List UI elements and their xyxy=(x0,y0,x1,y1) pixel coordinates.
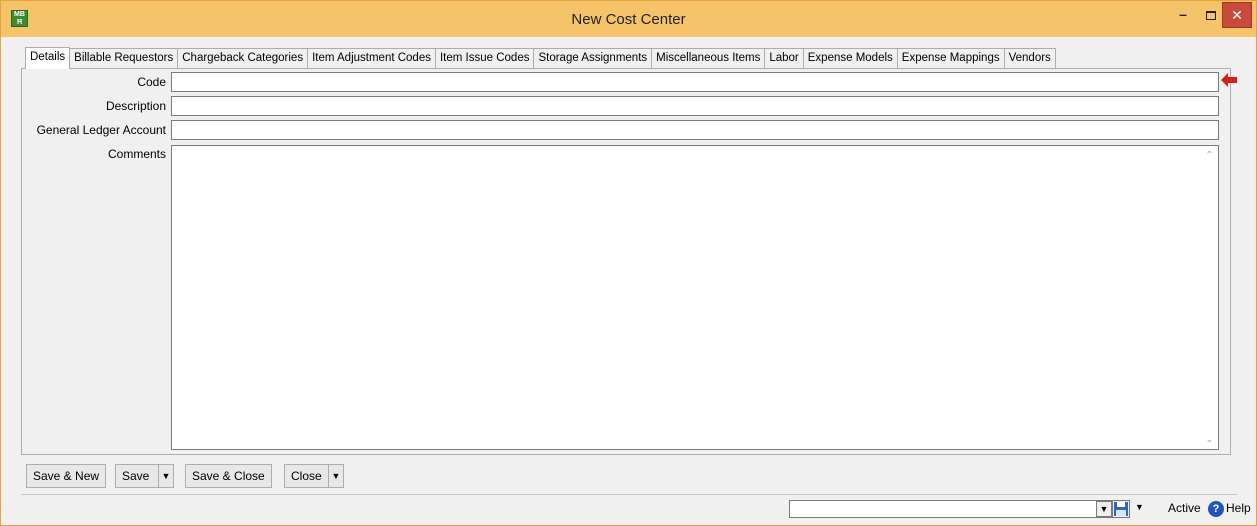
status-more-icon[interactable]: ▼ xyxy=(1135,502,1144,512)
close-window-button[interactable]: ✕ xyxy=(1222,2,1252,28)
scroll-down-icon[interactable]: ⌄ xyxy=(1201,431,1218,448)
window-title: New Cost Center xyxy=(571,11,686,28)
tab-item-adjustment-codes[interactable]: Item Adjustment Codes xyxy=(307,48,436,68)
tab-billable-requestors[interactable]: Billable Requestors xyxy=(69,48,179,68)
tab-strip: Details Billable Requestors Chargeback C… xyxy=(25,47,1056,69)
code-label: Code xyxy=(137,75,166,89)
tab-labor[interactable]: Labor xyxy=(764,48,804,68)
tab-vendors[interactable]: Vendors xyxy=(1003,48,1056,68)
gl-account-label: General Ledger Account xyxy=(36,123,166,137)
close-icon: ✕ xyxy=(1231,7,1243,23)
help-icon[interactable]: ? xyxy=(1208,501,1224,517)
tab-expense-mappings[interactable]: Expense Mappings xyxy=(896,48,1005,68)
save-and-new-button[interactable]: Save & New xyxy=(26,464,107,488)
maximize-button[interactable] xyxy=(1198,2,1224,28)
required-arrow-icon xyxy=(1221,73,1237,87)
description-label: Description xyxy=(105,99,166,113)
chevron-down-icon: ▼ xyxy=(1099,504,1109,514)
floppy-icon xyxy=(1114,502,1128,516)
title-bar: MB Ħ New Cost Center – ✕ xyxy=(1,1,1256,37)
chevron-down-icon: ▼ xyxy=(161,471,171,481)
minimize-button[interactable]: – xyxy=(1170,2,1196,28)
save-disk-icon[interactable] xyxy=(1112,500,1130,518)
status-bar: ▼ ▼ Active ? Help xyxy=(21,494,1251,521)
tab-storage-assignments[interactable]: Storage Assignments xyxy=(533,48,653,68)
save-and-close-button[interactable]: Save & Close xyxy=(185,464,272,488)
tab-details[interactable]: Details xyxy=(25,47,71,69)
status-combo-dropdown[interactable]: ▼ xyxy=(1096,501,1112,517)
save-dropdown-button[interactable]: ▼ xyxy=(158,464,174,488)
status-combo[interactable] xyxy=(789,500,1115,518)
close-button[interactable]: Close xyxy=(284,464,329,488)
maximize-icon xyxy=(1206,10,1216,20)
chevron-down-icon: ▼ xyxy=(331,471,341,481)
code-input[interactable] xyxy=(171,72,1219,92)
tab-miscellaneous-items[interactable]: Miscellaneous Items xyxy=(651,48,766,68)
tab-expense-models[interactable]: Expense Models xyxy=(802,48,898,68)
tab-chargeback-categories[interactable]: Chargeback Categories xyxy=(177,48,309,68)
description-input[interactable] xyxy=(171,96,1219,116)
application-window: MB Ħ New Cost Center – ✕ Details Billable… xyxy=(0,0,1257,526)
gl-account-input[interactable] xyxy=(171,120,1219,140)
tab-item-issue-codes[interactable]: Item Issue Codes xyxy=(434,48,535,68)
close-dropdown-button[interactable]: ▼ xyxy=(328,464,344,488)
status-active-label: Active xyxy=(1168,501,1201,515)
help-label[interactable]: Help xyxy=(1226,501,1251,515)
comments-label: Comments xyxy=(107,147,166,161)
save-button[interactable]: Save xyxy=(115,464,159,488)
comments-textarea[interactable]: ⌃ ⌄ xyxy=(171,145,1219,450)
scroll-up-icon[interactable]: ⌃ xyxy=(1201,147,1218,164)
comments-scrollbar[interactable]: ⌃ ⌄ xyxy=(1201,146,1218,449)
